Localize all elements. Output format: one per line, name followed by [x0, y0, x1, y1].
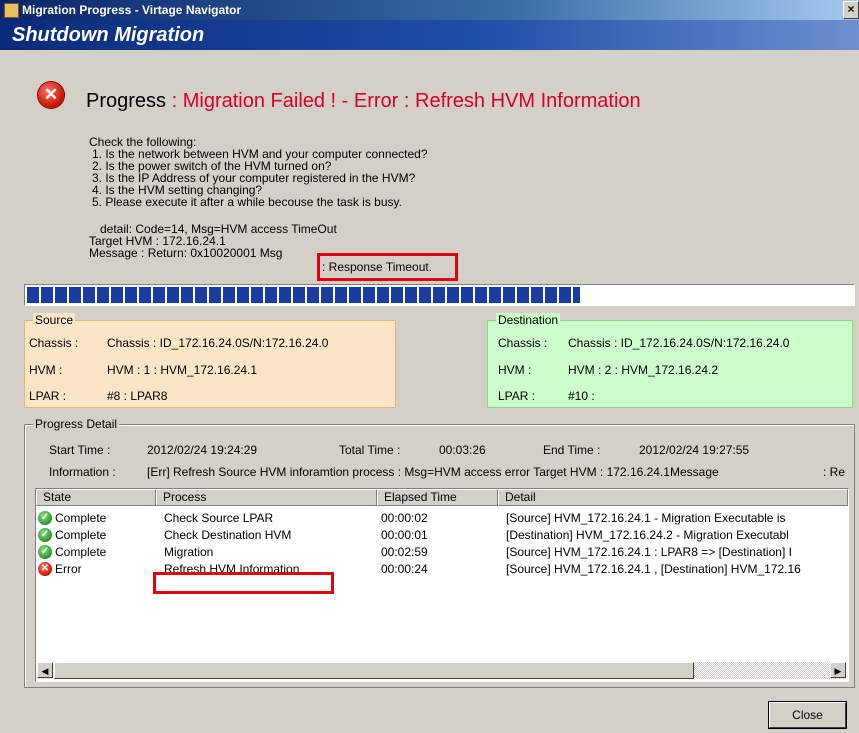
window-title: Migration Progress - Virtage Navigator [22, 3, 242, 17]
window-close-button[interactable]: × [843, 1, 859, 19]
row-elapsed: 00:02:59 [381, 545, 428, 559]
total-time-label: Total Time : [339, 443, 401, 457]
error-icon: ✕ [38, 562, 52, 576]
scroll-left-icon[interactable]: ◀ [37, 662, 53, 678]
progress-bar [24, 284, 855, 306]
row-state: Error [55, 562, 82, 576]
destination-chassis-label: Chassis : [498, 336, 548, 350]
check-icon: ✓ [38, 545, 52, 559]
source-lpar-label: LPAR : [29, 389, 67, 403]
row-detail: [Source] HVM_172.16.24.1 : LPAR8 => [Des… [506, 545, 792, 559]
progress-detail-legend: Progress Detail [33, 417, 120, 431]
total-time-value: 00:03:26 [439, 443, 486, 457]
row-state: Complete [55, 528, 107, 542]
row-elapsed: 00:00:02 [381, 511, 428, 525]
check-icon: ✓ [38, 511, 52, 525]
source-legend: Source [33, 313, 76, 327]
row-detail: [Destination] HVM_172.16.24.2 - Migratio… [506, 528, 789, 542]
scrollbar-thumb[interactable] [54, 662, 694, 679]
check-icon: ✓ [38, 528, 52, 542]
row-process: Check Source LPAR [164, 511, 274, 525]
header-banner: Shutdown Migration [0, 20, 859, 50]
row-process: Migration [164, 545, 214, 559]
progress-bar-fill [27, 287, 580, 303]
information-value: [Err] Refresh Source HVM inforamtion pro… [147, 465, 719, 479]
status-line: Progress : Migration Failed ! - Error : … [86, 90, 641, 113]
source-chassis-value: Chassis : ID_172.16.24.0S/N:172.16.24.0 [107, 336, 329, 350]
destination-lpar-label: LPAR : [498, 389, 536, 403]
status-text: Migration Failed ! - Error : Refresh HVM… [182, 90, 641, 112]
banner-title: Shutdown Migration [12, 24, 205, 46]
row-elapsed: 00:00:24 [381, 562, 428, 576]
row-state: Complete [55, 511, 107, 525]
source-group: Source Chassis : Chassis : ID_172.16.24.… [24, 313, 396, 408]
destination-group: Destination Chassis : Chassis : ID_172.1… [487, 313, 853, 408]
destination-hvm-label: HVM : [498, 363, 532, 377]
error-message-prefix: Message : Return: 0x10020001 Msg [89, 246, 283, 260]
destination-chassis-value: Chassis : ID_172.16.24.0S/N:172.16.24.0 [568, 336, 790, 350]
close-button[interactable]: Close [769, 702, 846, 728]
error-icon: ✕ [38, 82, 64, 108]
source-hvm-value: HVM : 1 : HVM_172.16.24.1 [107, 363, 258, 377]
scroll-right-icon[interactable]: ▶ [830, 662, 846, 678]
column-header-process[interactable]: Process [156, 489, 377, 506]
destination-legend: Destination [496, 313, 561, 327]
error-message-highlight: : Response Timeout. [322, 260, 433, 274]
row-process: Check Destination HVM [164, 528, 292, 542]
checklist-item: 5. Please execute it after a while becou… [92, 195, 402, 209]
source-lpar-value: #8 : LPAR8 [107, 389, 168, 403]
destination-lpar-value: #10 : [568, 389, 595, 403]
row-detail: [Source] HVM_172.16.24.1 - Migration Exe… [506, 511, 786, 525]
table-row[interactable]: ✓ Complete Migration 00:02:59 [Source] H… [36, 544, 846, 561]
window-title-bar[interactable]: Migration Progress - Virtage Navigator × [0, 0, 859, 20]
information-label: Information : [49, 465, 116, 479]
end-time-label: End Time : [543, 443, 601, 457]
row-detail: [Source] HVM_172.16.24.1 , [Destination]… [506, 562, 801, 576]
progress-table[interactable]: State Process Elapsed Time Detail ✓ Comp… [35, 488, 849, 682]
destination-hvm-value: HVM : 2 : HVM_172.16.24.2 [568, 363, 719, 377]
highlight-box [153, 572, 334, 594]
row-state: Complete [55, 545, 107, 559]
table-row[interactable]: ✓ Complete Check Destination HVM 00:00:0… [36, 527, 846, 544]
end-time-value: 2012/02/24 19:27:55 [639, 443, 750, 457]
column-header-elapsed-time[interactable]: Elapsed Time [377, 489, 498, 506]
source-chassis-label: Chassis : [29, 336, 79, 350]
status-label: Progress [86, 90, 167, 112]
column-header-detail[interactable]: Detail [498, 489, 848, 506]
status-separator: : [171, 90, 178, 112]
start-time-label: Start Time : [49, 443, 111, 457]
row-elapsed: 00:00:01 [381, 528, 428, 542]
error-message: Message : Return: 0x10020001 Msg [89, 247, 282, 259]
start-time-value: 2012/02/24 19:24:29 [147, 443, 258, 457]
information-value-tail: : Re [823, 465, 846, 479]
app-icon [4, 3, 19, 18]
table-row[interactable]: ✓ Complete Check Source LPAR 00:00:02 [S… [36, 510, 846, 527]
horizontal-scrollbar[interactable]: ◀ ▶ [37, 662, 846, 679]
source-hvm-label: HVM : [29, 363, 63, 377]
column-header-state[interactable]: State [36, 489, 156, 506]
